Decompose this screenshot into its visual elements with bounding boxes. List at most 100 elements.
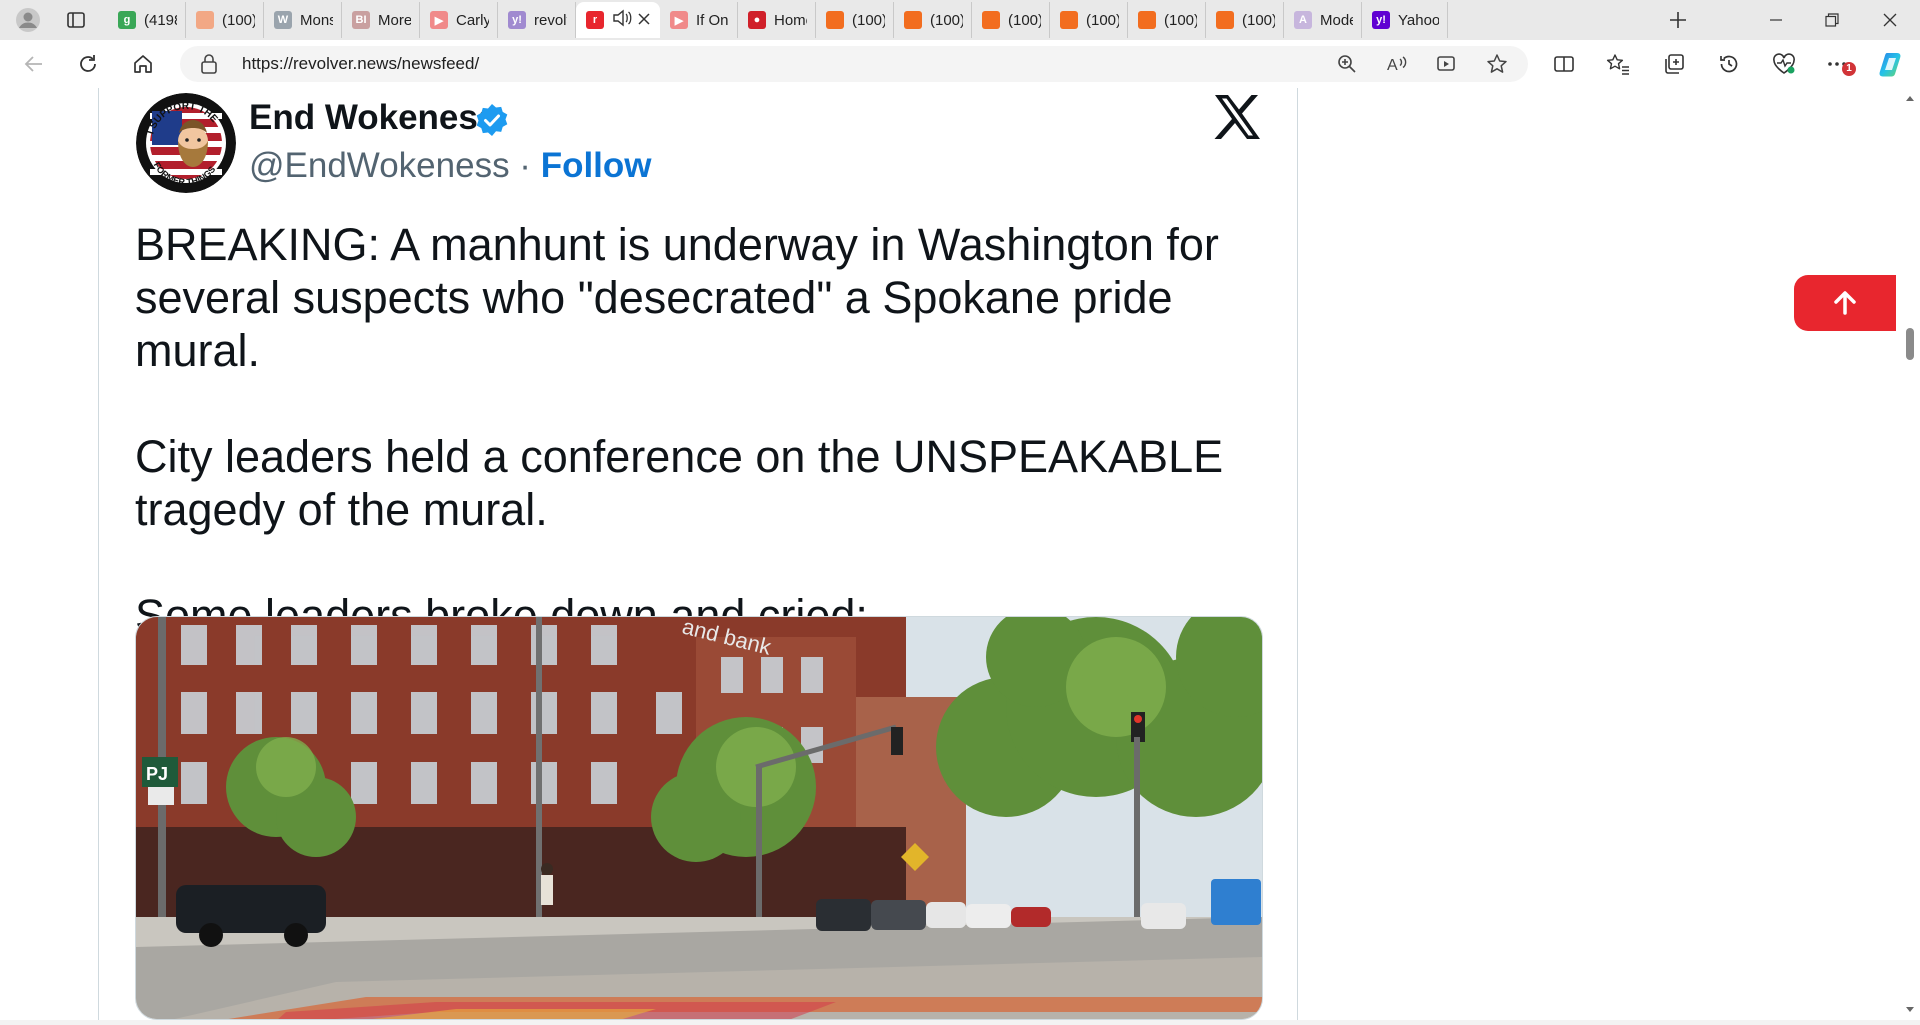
tab-list: g (4198) (100) H W Monsig BI More tl ▶ Carly S y!… [108, 2, 1448, 38]
tab-active[interactable]: r [576, 2, 660, 38]
author-name[interactable]: End Wokeness [249, 98, 497, 138]
tab[interactable]: W Monsig [264, 2, 342, 38]
tab[interactable]: (100) H [972, 2, 1050, 38]
author-handle[interactable]: @EndWokeness [249, 146, 510, 185]
page-viewport: I SUPPORT THE FORMER THINGS End Wokeness… [0, 88, 1920, 1020]
author-handle-row: @EndWokeness · Follow [249, 146, 652, 186]
substack-icon [196, 11, 214, 29]
avatar[interactable]: I SUPPORT THE FORMER THINGS [136, 93, 236, 193]
close-tab-icon[interactable] [638, 12, 650, 29]
g-icon: g [118, 11, 136, 29]
close-icon [1883, 13, 1897, 27]
tab-label: More tl [378, 11, 411, 29]
home-button[interactable] [125, 48, 161, 80]
tab-label: (4198) [144, 11, 177, 29]
substack-icon [1216, 11, 1234, 29]
copilot-button[interactable] [1874, 48, 1910, 80]
tab-actions-icon[interactable] [56, 4, 96, 36]
read-aloud-icon[interactable]: A [1382, 50, 1412, 78]
tab[interactable]: ▶ If Only [660, 2, 738, 38]
tab-label: (100) H [1008, 11, 1041, 29]
substack-icon [982, 11, 1000, 29]
close-window-button[interactable] [1862, 0, 1918, 40]
youtube-icon: ▶ [430, 11, 448, 29]
speaker-icon[interactable] [612, 9, 632, 31]
youtube-icon: ▶ [670, 11, 688, 29]
back-button[interactable] [16, 48, 52, 80]
address-bar[interactable]: https://revolver.news/newsfeed/ A [180, 46, 1528, 82]
minimize-icon [1770, 19, 1782, 21]
tweet-paragraph-2: City leaders held a conference on the UN… [135, 431, 1224, 535]
zoom-icon[interactable] [1332, 50, 1362, 78]
url-text[interactable]: https://revolver.news/newsfeed/ [242, 46, 479, 82]
tab-label: (100) E [930, 11, 963, 29]
substack-icon [826, 11, 844, 29]
collections-button[interactable] [1656, 48, 1692, 80]
tab[interactable]: (100) H [186, 2, 264, 38]
favorites-list-icon [1606, 54, 1629, 75]
verified-badge-icon [476, 104, 508, 136]
tab-label: (100) H [1164, 11, 1197, 29]
tab-label: (100) H [852, 11, 885, 29]
tweet-paragraph-1: BREAKING: A manhunt is underway in Washi… [135, 219, 1219, 376]
substack-icon [1138, 11, 1156, 29]
tab-label: Moder [1320, 11, 1353, 29]
bi-icon: BI [352, 11, 370, 29]
notification-badge: 1 [1842, 62, 1856, 76]
tweet-text: BREAKING: A manhunt is underway in Washi… [135, 218, 1285, 642]
tab[interactable]: BI More tl [342, 2, 420, 38]
tab-label: (100) H [222, 11, 255, 29]
history-icon [1720, 55, 1738, 73]
follow-link[interactable]: Follow [541, 146, 652, 185]
svg-text:PJ: PJ [146, 764, 168, 784]
yahoo-icon: y! [508, 11, 526, 29]
tab[interactable]: (100) E [1050, 2, 1128, 38]
profile-icon[interactable] [8, 4, 48, 36]
plus-icon [1670, 12, 1686, 28]
new-tab-button[interactable] [1660, 4, 1696, 36]
tab[interactable]: (100) H [1128, 2, 1206, 38]
split-screen-button[interactable] [1546, 48, 1582, 80]
tweet-embed: I SUPPORT THE FORMER THINGS End Wokeness… [98, 88, 1298, 1020]
svg-text:A: A [1387, 57, 1398, 74]
tab[interactable]: y! Yahoo [1362, 2, 1448, 38]
performance-button[interactable] [1766, 48, 1802, 80]
restore-icon [1825, 13, 1839, 27]
tab-label: (100) E [1086, 11, 1119, 29]
revolver-icon: r [586, 11, 604, 29]
back-to-top-button[interactable] [1794, 275, 1896, 331]
tweet-media-image[interactable]: and bank PJ [135, 616, 1263, 1020]
tab[interactable]: (100) H [1206, 2, 1284, 38]
wordpress-icon: W [274, 11, 292, 29]
lock-icon[interactable] [200, 54, 218, 79]
copilot-icon [1879, 53, 1901, 77]
tab[interactable]: g (4198) [108, 2, 186, 38]
tab[interactable]: A Moder [1284, 2, 1362, 38]
tab[interactable]: ▶ Carly S [420, 2, 498, 38]
tab-label: (100) H [1242, 11, 1275, 29]
minimize-button[interactable] [1748, 0, 1804, 40]
tab[interactable]: ● Home [738, 2, 816, 38]
home-icon [134, 55, 152, 73]
substack-icon [1060, 11, 1078, 29]
heart-pulse-icon [1773, 53, 1795, 74]
media-icon[interactable] [1432, 50, 1462, 78]
history-button[interactable] [1711, 48, 1747, 80]
favorite-star-icon[interactable] [1482, 50, 1512, 78]
tab-label: revolve [534, 11, 567, 29]
tab[interactable]: (100) E [894, 2, 972, 38]
refresh-icon [80, 55, 96, 72]
red-icon: ● [748, 11, 766, 29]
a-icon: A [1294, 11, 1312, 29]
refresh-button[interactable] [70, 48, 106, 80]
x-logo-icon[interactable] [1213, 94, 1261, 140]
tab[interactable]: (100) H [816, 2, 894, 38]
favorites-button[interactable] [1600, 48, 1636, 80]
browser-toolbar: https://revolver.news/newsfeed/ A 1 [0, 40, 1920, 88]
tab-label: If Only [696, 11, 729, 29]
restore-button[interactable] [1804, 0, 1860, 40]
page-scrollbar[interactable] [1900, 88, 1920, 1020]
substack-icon [904, 11, 922, 29]
tab[interactable]: y! revolve [498, 2, 576, 38]
settings-more-button[interactable]: 1 [1820, 48, 1856, 80]
